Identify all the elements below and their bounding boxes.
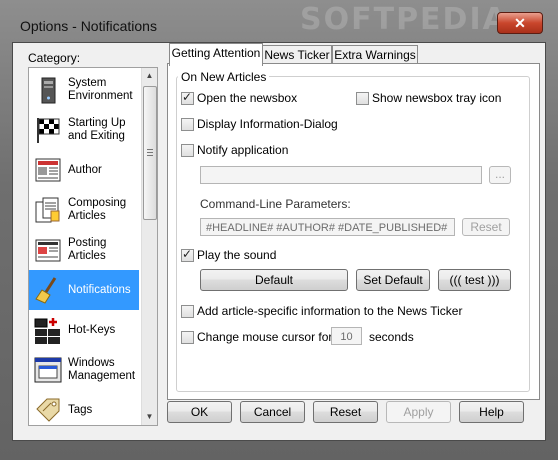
category-label-text: Tags — [68, 403, 93, 416]
add-article-info-label: Add article-specific information to the … — [197, 304, 463, 318]
reset-cmdline-button[interactable]: Reset — [462, 218, 510, 236]
set-default-button[interactable]: Set Default — [356, 269, 430, 291]
category-list[interactable]: System Environment Starting Up and Exiti… — [28, 67, 158, 426]
category-item-composing-articles[interactable]: Composing Articles — [29, 190, 139, 230]
category-label-text: System Environment — [68, 77, 133, 102]
options-window: Options - Notifications SOFTPEDIA ✕ Cate… — [0, 0, 558, 460]
application-path-field[interactable] — [200, 166, 482, 184]
getting-attention-panel: On New Articles ✓ Open the newsbox Show … — [167, 63, 540, 400]
scrollbar-thumb[interactable] — [143, 86, 157, 220]
category-item-system-environment[interactable]: System Environment — [29, 70, 139, 110]
documents-icon — [35, 197, 60, 223]
close-icon: ✕ — [514, 14, 526, 31]
change-cursor-checkbox[interactable] — [181, 331, 194, 344]
play-sound-label: Play the sound — [197, 248, 277, 262]
display-info-dialog-checkbox[interactable] — [181, 118, 194, 131]
newspaper-post-icon — [35, 239, 61, 262]
category-scrollbar[interactable]: ▲ ▼ — [141, 68, 157, 425]
category-label: Category: — [28, 51, 81, 65]
open-newsbox-label: Open the newsbox — [197, 91, 298, 105]
title-bar[interactable]: Options - Notifications SOFTPEDIA ✕ — [0, 0, 558, 44]
checkmark-icon: ✓ — [182, 247, 193, 261]
add-article-info-checkbox[interactable] — [181, 305, 194, 318]
browse-button[interactable]: ... — [489, 166, 511, 184]
broom-icon — [35, 277, 57, 304]
display-info-dialog-label: Display Information-Dialog — [197, 117, 338, 131]
tab-getting-attention[interactable]: Getting Attention — [169, 43, 263, 66]
category-item-windows-management[interactable]: Windows Management — [29, 350, 139, 390]
window-title: Options - Notifications — [20, 18, 157, 34]
command-line-field[interactable]: #HEADLINE# #AUTHOR# #DATE_PUBLISHED# — [200, 218, 455, 236]
tab-extra-warnings[interactable]: Extra Warnings — [332, 45, 418, 65]
dialog-client-area: Category: System Environment Starting Up… — [12, 42, 546, 441]
category-item-notifications[interactable]: Notifications — [29, 270, 139, 310]
scroll-down-arrow-icon[interactable]: ▼ — [142, 409, 157, 425]
category-label-text: Windows Management — [68, 357, 136, 382]
play-sound-checkbox[interactable]: ✓ — [181, 247, 194, 262]
cursor-seconds-field[interactable]: 10 — [331, 327, 362, 345]
category-item-hot-keys[interactable]: Hot-Keys — [29, 310, 139, 350]
apply-button[interactable]: Apply — [386, 401, 451, 423]
category-item-starting-up[interactable]: Starting Up and Exiting — [29, 110, 139, 150]
windows-icon — [34, 357, 62, 383]
tab-news-ticker[interactable]: News Ticker — [262, 45, 332, 65]
category-label-text: Composing Articles — [68, 197, 127, 222]
checkmark-icon: ✓ — [182, 90, 193, 104]
softpedia-watermark: SOFTPEDIA — [300, 2, 508, 37]
show-tray-icon-checkbox[interactable] — [356, 92, 369, 105]
computer-tower-icon — [41, 77, 56, 104]
close-button[interactable]: ✕ — [497, 12, 543, 34]
ok-button[interactable]: OK — [167, 401, 232, 423]
category-label-text: Author — [68, 163, 102, 176]
help-button[interactable]: Help — [459, 401, 524, 423]
cancel-button[interactable]: Cancel — [240, 401, 305, 423]
category-item-tags[interactable]: Tags — [29, 390, 139, 425]
category-item-posting-articles[interactable]: Posting Articles — [29, 230, 139, 270]
reset-button[interactable]: Reset — [313, 401, 378, 423]
change-cursor-label: Change mouse cursor for — [197, 330, 333, 344]
keyboard-keys-icon — [34, 318, 60, 344]
notify-application-checkbox[interactable] — [181, 144, 194, 157]
group-title: On New Articles — [178, 70, 270, 84]
command-line-label: Command-Line Parameters: — [200, 197, 351, 211]
checkered-flag-icon — [37, 118, 60, 143]
category-label-text: Hot-Keys — [68, 323, 116, 336]
sound-default-button[interactable]: Default — [200, 269, 348, 291]
category-label-text: Starting Up and Exiting — [68, 117, 126, 142]
show-tray-icon-label: Show newsbox tray icon — [372, 91, 502, 105]
category-item-author[interactable]: Author — [29, 150, 139, 190]
category-label-text: Notifications — [68, 283, 131, 296]
seconds-label: seconds — [369, 330, 414, 344]
notify-application-label: Notify application — [197, 143, 289, 157]
open-newsbox-checkbox[interactable]: ✓ — [181, 90, 194, 105]
test-sound-button[interactable]: ((( test ))) — [438, 269, 511, 291]
category-label-text: Posting Articles — [68, 237, 107, 262]
newspaper-icon — [35, 158, 61, 182]
tag-icon — [36, 398, 60, 422]
scroll-up-arrow-icon[interactable]: ▲ — [142, 68, 157, 84]
